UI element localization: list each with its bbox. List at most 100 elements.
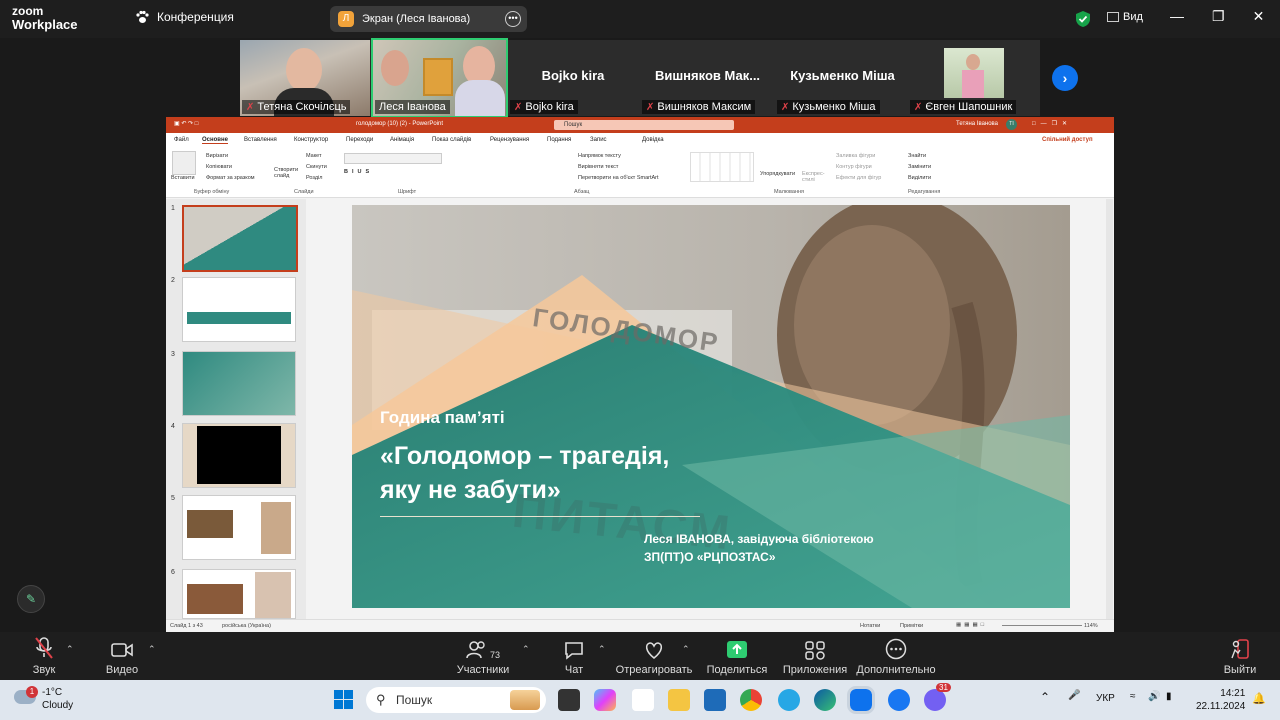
section-button[interactable]: Розділ <box>306 175 322 181</box>
meeting-info-button[interactable]: Конференция <box>135 10 234 24</box>
notes-button[interactable]: Нотатки <box>860 623 880 629</box>
wifi-icon[interactable]: ≈ <box>1130 691 1136 702</box>
user-avatar[interactable]: ТІ <box>1006 119 1017 130</box>
slide-thumbnail[interactable] <box>182 205 298 272</box>
chevron-up-icon[interactable]: ⌃ <box>682 644 690 655</box>
next-page-button[interactable]: › <box>1052 65 1078 91</box>
taskbar-search[interactable]: ⚲ Пошук <box>366 687 546 713</box>
shape-outline-button[interactable]: Контур фігури <box>836 164 872 170</box>
shield-icon[interactable] <box>1075 10 1091 28</box>
battery-icon[interactable]: ▮ <box>1166 691 1172 702</box>
share-screen-button[interactable]: Поделиться <box>704 632 770 680</box>
participant-tile[interactable]: ✗ Тетяна Скочілєць <box>240 40 370 116</box>
tab-record[interactable]: Запис <box>590 137 607 143</box>
participant-tile[interactable]: Bojko kira ✗ Bojko kira <box>508 40 638 116</box>
font-style-buttons[interactable]: BIUS <box>344 169 373 175</box>
store-icon[interactable] <box>704 689 726 711</box>
slide-thumbnail[interactable] <box>182 423 296 488</box>
tab-help[interactable]: Довідка <box>642 137 664 143</box>
tab-review[interactable]: Рецензування <box>490 137 529 143</box>
chevron-up-icon[interactable]: ⌃ <box>522 644 530 655</box>
tab-transitions[interactable]: Переходи <box>346 137 373 143</box>
tab-slideshow[interactable]: Показ слайдів <box>432 137 471 143</box>
clock[interactable]: 14:21 22.11.2024 <box>1196 687 1245 713</box>
participant-tile[interactable]: ✗ Євген Шапошник <box>910 40 1040 116</box>
screen-share-pill[interactable]: Л Экран (Леся Іванова) ••• <box>330 6 527 32</box>
new-slide-button[interactable]: Створити слайд <box>274 167 300 179</box>
chrome-icon[interactable] <box>740 689 762 711</box>
zoom-app-icon[interactable] <box>847 686 875 714</box>
text-direction-button[interactable]: Напрямок тексту <box>578 153 621 159</box>
slide-thumbnail[interactable] <box>182 351 296 416</box>
annotate-pen-button[interactable]: ✎ <box>17 585 45 613</box>
find-button[interactable]: Знайти <box>908 153 926 159</box>
volume-icon[interactable]: 🔊 <box>1148 691 1160 702</box>
tab-view[interactable]: Подання <box>547 137 571 143</box>
participant-tile[interactable]: Кузьменко Міша ✗ Кузьменко Міша <box>775 40 910 116</box>
leave-button[interactable]: Выйти <box>1218 632 1262 680</box>
shape-effects-button[interactable]: Ефекти для фігур <box>836 175 881 181</box>
share-doc-button[interactable]: Спільний доступ <box>1042 137 1093 143</box>
apps-button[interactable]: Приложения <box>780 632 850 680</box>
task-view-icon[interactable] <box>558 689 580 711</box>
chevron-up-icon[interactable]: ⌃ <box>1040 690 1050 704</box>
chevron-up-icon[interactable]: ⌃ <box>598 644 606 655</box>
more-options-icon[interactable]: ••• <box>505 11 521 27</box>
tab-file[interactable]: Файл <box>174 137 189 143</box>
ppt-search-box[interactable]: Пошук <box>554 120 734 130</box>
tab-design[interactable]: Конструктор <box>294 137 328 143</box>
restore-icon[interactable]: ❐ <box>1212 8 1225 25</box>
zoom-level[interactable]: 114% <box>1084 623 1098 629</box>
audio-button[interactable]: Звук <box>20 632 68 680</box>
shape-fill-button[interactable]: Заливка фігури <box>836 153 875 159</box>
reset-button[interactable]: Скинути <box>306 164 327 170</box>
ppt-window-controls[interactable]: □ — ❐ ✕ <box>1032 120 1067 127</box>
participants-button[interactable]: 73 Участники <box>452 632 514 680</box>
slide-thumbnail[interactable] <box>182 569 296 619</box>
slide-thumbnail[interactable] <box>182 495 296 560</box>
cut-button[interactable]: Вирізати <box>206 153 228 159</box>
weather-widget[interactable]: 1 -1°C Cloudy <box>14 686 73 712</box>
tab-insert[interactable]: Вставлення <box>244 137 277 143</box>
viber-icon[interactable]: 31 <box>924 683 951 711</box>
microphone-icon[interactable]: 🎤 <box>1068 690 1080 701</box>
chat-button[interactable]: Чат <box>552 632 596 680</box>
quick-styles-button[interactable]: Експрес-стилі <box>802 171 830 183</box>
edge-icon[interactable] <box>814 689 836 711</box>
quick-access-icons[interactable]: ▣ ↶ ↷ □ <box>174 120 198 127</box>
replace-button[interactable]: Замінити <box>908 164 931 170</box>
facebook-icon[interactable] <box>888 689 910 711</box>
minimize-icon[interactable]: — <box>1170 8 1184 25</box>
notifications-icon[interactable]: 🔔 <box>1252 692 1266 705</box>
slide-thumbnail[interactable] <box>182 277 296 342</box>
smartart-button[interactable]: Перетворити на об'єкт SmartArt <box>578 175 659 181</box>
view-button[interactable]: Вид <box>1107 11 1143 23</box>
windows-start-icon[interactable] <box>334 690 354 710</box>
participant-tile-active[interactable]: Леся Іванова <box>371 38 508 118</box>
chevron-up-icon[interactable]: ⌃ <box>148 644 156 655</box>
close-icon[interactable]: ✕ <box>1253 8 1265 25</box>
language-indicator[interactable]: УКР <box>1096 693 1115 704</box>
react-button[interactable]: Отреагировать <box>614 632 694 680</box>
layout-button[interactable]: Макет <box>306 153 322 159</box>
select-button[interactable]: Виділити <box>908 175 931 181</box>
shapes-gallery[interactable] <box>690 152 754 182</box>
paste-button[interactable]: Вставити <box>171 175 195 181</box>
current-slide[interactable]: ГОЛОДОМОР ПИТАСМ Година пам’яті «Голодом… <box>352 205 1070 608</box>
slide-scrollbar[interactable] <box>1106 199 1113 619</box>
gallery-icon[interactable] <box>632 689 654 711</box>
zoom-slider[interactable] <box>1002 625 1082 626</box>
tab-animations[interactable]: Анімація <box>390 137 414 143</box>
telegram-icon[interactable] <box>778 689 800 711</box>
tab-home[interactable]: Основне <box>202 137 228 144</box>
file-explorer-icon[interactable] <box>668 689 690 711</box>
comments-button[interactable]: Примітки <box>900 623 923 629</box>
more-button[interactable]: Дополнительно <box>852 632 940 680</box>
paste-icon[interactable] <box>172 151 196 175</box>
format-painter-button[interactable]: Формат за зразком <box>206 175 255 181</box>
font-name-select[interactable] <box>344 153 442 164</box>
arrange-button[interactable]: Упорядкувати <box>760 171 796 177</box>
participant-tile[interactable]: Вишняков Мак... ✗ Вишняков Максим <box>640 40 775 116</box>
view-buttons[interactable]: ▦ ▦ ▦ □ <box>956 622 984 628</box>
copy-button[interactable]: Копіювати <box>206 164 232 170</box>
